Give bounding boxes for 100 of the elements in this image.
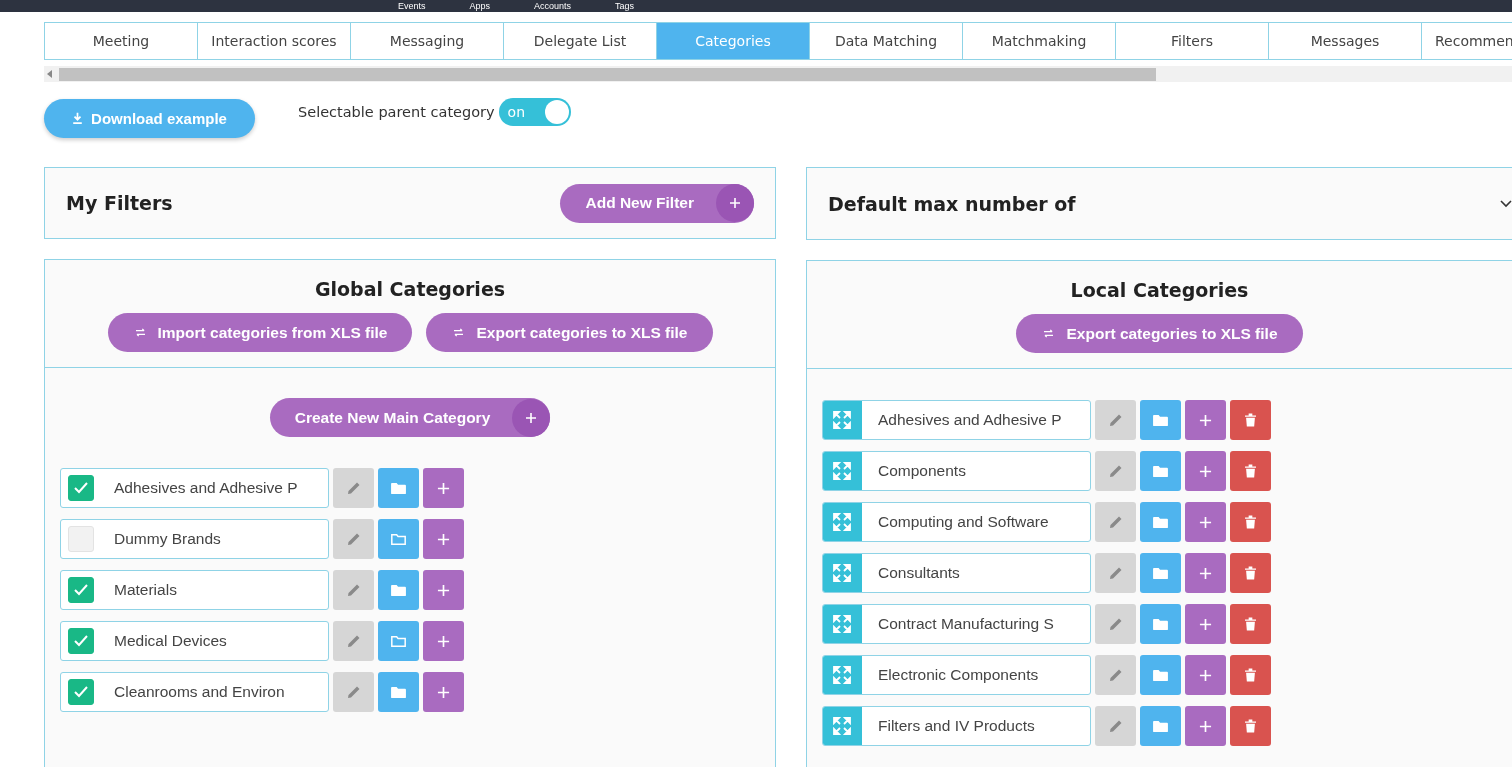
edit-button[interactable] (333, 672, 374, 712)
expand-button[interactable] (823, 707, 862, 745)
tab[interactable]: Meeting (45, 23, 198, 59)
category-field[interactable]: Materials (60, 570, 329, 610)
tab[interactable]: Data Matching (810, 23, 963, 59)
delete-button[interactable] (1230, 451, 1271, 491)
folder-button[interactable] (1140, 604, 1181, 644)
category-field[interactable]: Consultants (822, 553, 1091, 593)
delete-button[interactable] (1230, 706, 1271, 746)
folder-button[interactable] (1140, 502, 1181, 542)
category-field[interactable]: Adhesives and Adhesive P (822, 400, 1091, 440)
checkbox[interactable] (68, 628, 94, 654)
plus-icon (437, 481, 450, 495)
category-name: Dummy Brands (114, 530, 221, 548)
folder-button[interactable] (1140, 400, 1181, 440)
folder-button[interactable] (378, 621, 419, 661)
edit-button[interactable] (333, 570, 374, 610)
checkbox[interactable] (68, 577, 94, 603)
add-subcategory-button[interactable] (1185, 400, 1226, 440)
tab[interactable]: Filters (1116, 23, 1269, 59)
expand-button[interactable] (823, 656, 862, 694)
delete-button[interactable] (1230, 604, 1271, 644)
trash-icon (1245, 668, 1256, 682)
add-subcategory-button[interactable] (1185, 451, 1226, 491)
folder-icon (1152, 617, 1169, 631)
category-field[interactable]: Cleanrooms and Environ (60, 672, 329, 712)
pencil-icon (346, 583, 361, 597)
plus-icon (1199, 464, 1212, 478)
folder-button[interactable] (378, 519, 419, 559)
add-subcategory-button[interactable] (423, 468, 464, 508)
delete-button[interactable] (1230, 502, 1271, 542)
create-category-button[interactable]: Create New Main Category (269, 398, 551, 437)
delete-button[interactable] (1230, 400, 1271, 440)
expand-button[interactable] (823, 503, 862, 541)
checkbox[interactable] (68, 475, 94, 501)
trash-icon (1245, 464, 1256, 478)
edit-button[interactable] (1095, 502, 1136, 542)
expand-arrows-icon (832, 461, 852, 481)
chevron-down-icon[interactable] (1500, 199, 1512, 208)
folder-button[interactable] (1140, 655, 1181, 695)
tab[interactable]: Messaging (351, 23, 504, 59)
category-field[interactable]: Computing and Software (822, 502, 1091, 542)
checkbox[interactable] (68, 679, 94, 705)
edit-button[interactable] (1095, 553, 1136, 593)
xls-button[interactable]: Export categories to XLS file (1016, 314, 1303, 353)
horizontal-scrollbar[interactable] (44, 66, 1512, 82)
add-subcategory-button[interactable] (423, 621, 464, 661)
add-subcategory-button[interactable] (423, 519, 464, 559)
scroll-left-icon[interactable] (47, 70, 53, 78)
edit-button[interactable] (1095, 451, 1136, 491)
nav-link[interactable]: Tags (615, 0, 635, 12)
category-field[interactable]: Adhesives and Adhesive P (60, 468, 329, 508)
folder-button[interactable] (378, 468, 419, 508)
edit-button[interactable] (333, 468, 374, 508)
edit-button[interactable] (1095, 604, 1136, 644)
delete-button[interactable] (1230, 655, 1271, 695)
category-field[interactable]: Components (822, 451, 1091, 491)
category-field[interactable]: Filters and IV Products (822, 706, 1091, 746)
folder-button[interactable] (1140, 553, 1181, 593)
nav-link[interactable]: Accounts (534, 0, 572, 12)
nav-link[interactable]: Events (398, 0, 426, 12)
folder-button[interactable] (1140, 451, 1181, 491)
expand-button[interactable] (823, 605, 862, 643)
add-subcategory-button[interactable] (1185, 553, 1226, 593)
nav-link[interactable]: Apps (469, 0, 491, 12)
edit-button[interactable] (1095, 400, 1136, 440)
edit-button[interactable] (333, 519, 374, 559)
folder-button[interactable] (378, 570, 419, 610)
scrollbar-thumb[interactable] (59, 67, 1156, 81)
add-subcategory-button[interactable] (1185, 502, 1226, 542)
category-field[interactable]: Medical Devices (60, 621, 329, 661)
expand-button[interactable] (823, 401, 862, 439)
tab[interactable]: Messages (1269, 23, 1422, 59)
add-subcategory-button[interactable] (1185, 706, 1226, 746)
add-subcategory-button[interactable] (423, 672, 464, 712)
xls-button[interactable]: Export categories to XLS file (426, 313, 713, 352)
plus-icon (437, 634, 450, 648)
category-field[interactable]: Contract Manufacturing S (822, 604, 1091, 644)
add-subcategory-button[interactable] (1185, 655, 1226, 695)
edit-button[interactable] (333, 621, 374, 661)
expand-arrows-icon (832, 512, 852, 532)
edit-button[interactable] (1095, 706, 1136, 746)
add-subcategory-button[interactable] (1185, 604, 1226, 644)
tab[interactable]: Interaction scores (198, 23, 351, 59)
delete-button[interactable] (1230, 553, 1271, 593)
tab[interactable]: Recommen (1422, 23, 1512, 59)
expand-button[interactable] (823, 452, 862, 490)
folder-button[interactable] (378, 672, 419, 712)
add-filter-button[interactable]: Add New Filter (560, 183, 754, 223)
folder-button[interactable] (1140, 706, 1181, 746)
collapsible-panel[interactable]: Default max number of (806, 167, 1512, 240)
checkmark-icon (73, 633, 89, 649)
edit-button[interactable] (1095, 655, 1136, 695)
tab[interactable]: Matchmaking (963, 23, 1116, 59)
expand-button[interactable] (823, 554, 862, 592)
add-subcategory-button[interactable] (423, 570, 464, 610)
category-field[interactable]: Electronic Components (822, 655, 1091, 695)
xls-button[interactable]: Import categories from XLS file (107, 313, 413, 352)
category-field[interactable]: Dummy Brands (60, 519, 329, 559)
folder-icon (1152, 413, 1169, 427)
